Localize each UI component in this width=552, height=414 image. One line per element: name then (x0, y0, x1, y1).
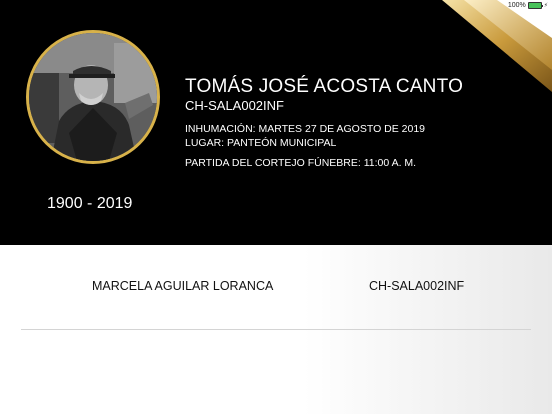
deceased-name: TOMÁS JOSÉ ACOSTA CANTO (185, 76, 464, 97)
status-bar: 100% ⚡ (508, 1, 548, 10)
battery-icon (527, 2, 543, 9)
room-code: CH-SALA002INF (185, 98, 284, 113)
burial-info: INHUMACIÓN: MARTES 27 DE AGOSTO DE 2019 (185, 123, 426, 135)
battery-percentage: 100% (507, 2, 526, 9)
memorial-header: 100% ⚡ TOMÁS JOSÉ ACOSTA CANTO CH-SALA00… (0, 0, 552, 245)
list-item-code[interactable]: CH-SALA002INF (369, 279, 464, 293)
condolence-list: MARCELA AGUILAR LORANCA CH-SALA002INF (0, 245, 552, 414)
list-item-name[interactable]: MARCELA AGUILAR LORANCA (92, 279, 273, 293)
row-divider (21, 329, 531, 330)
portrait-image (29, 33, 157, 161)
life-years: 1900 - 2019 (47, 195, 133, 212)
location-info: LUGAR: PANTEÓN MUNICIPAL (185, 137, 337, 149)
procession-info: PARTIDA DEL CORTEJO FÚNEBRE: 11:00 A. M. (185, 157, 417, 169)
charging-bolt-icon: ⚡ (543, 3, 548, 9)
deceased-portrait (26, 30, 160, 164)
